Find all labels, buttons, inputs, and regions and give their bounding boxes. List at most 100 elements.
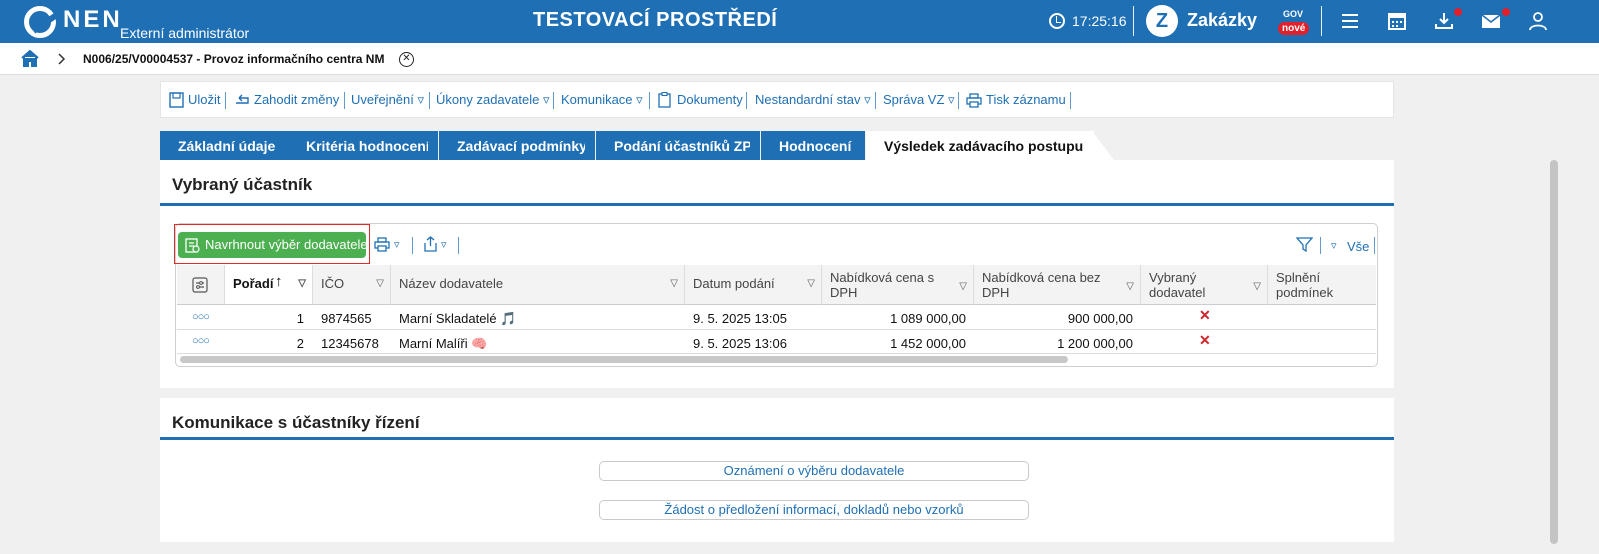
top-bar: NEN Externí administrátor TESTOVACÍ PROS…: [0, 0, 1599, 43]
divider: [875, 92, 876, 109]
divider: [958, 92, 959, 109]
breadcrumb: N006/25/V00004537 - Provoz informačního …: [0, 43, 1599, 75]
cell-submitted: 9. 5. 2025 13:06: [693, 336, 787, 351]
column-menu-icon[interactable]: ▽: [670, 276, 678, 291]
close-icon[interactable]: ✕: [399, 52, 414, 67]
tab-notch: [1092, 131, 1114, 160]
column-header-price-novat[interactable]: Nabídková cena bez DPH ▽: [974, 265, 1141, 305]
menu-icon[interactable]: [1339, 10, 1361, 32]
vertical-scrollbar[interactable]: [1550, 160, 1558, 544]
print-icon[interactable]: [374, 237, 390, 252]
divider: [1133, 6, 1134, 36]
print-record-button[interactable]: Tisk záznamu: [986, 92, 1066, 107]
cell-price-vat: 1 452 000,00: [890, 336, 966, 351]
divider: [412, 237, 413, 254]
row-actions-icon[interactable]: ○○○: [192, 311, 210, 323]
supplier-name: Marní Malíři: [399, 336, 468, 351]
nonstandard-state-menu[interactable]: Nestandardní stav ▿: [755, 92, 871, 108]
column-settings-header[interactable]: [177, 265, 225, 305]
documents-button[interactable]: Dokumenty: [677, 92, 743, 107]
divider: [553, 92, 554, 109]
product-name[interactable]: Zakázky: [1187, 10, 1257, 31]
divider: [344, 92, 345, 109]
column-label: Nabídková cena s DPH: [830, 270, 935, 300]
actions-menu[interactable]: Úkony zadavatele ▿: [436, 92, 549, 108]
publish-menu[interactable]: Uveřejnění ▿: [351, 92, 424, 108]
notification-dot: [1502, 8, 1510, 16]
column-header-order[interactable]: Pořadí ↑ ▽: [225, 265, 313, 305]
column-menu-icon[interactable]: ▽: [1126, 279, 1134, 294]
tab-procedure-result[interactable]: Výsledek zadávacího postupu: [866, 131, 1094, 160]
app-logo[interactable]: NEN: [63, 6, 123, 34]
section-underline: [160, 437, 1394, 440]
publish-label: Uveřejnění: [351, 92, 414, 107]
cell-submitted: 9. 5. 2025 13:05: [693, 311, 787, 326]
row-actions-icon[interactable]: ○○○: [192, 335, 210, 347]
chevron-down-icon[interactable]: ▿: [394, 238, 400, 251]
column-header-conditions[interactable]: Splnění podmínek: [1268, 265, 1376, 305]
filter-icon[interactable]: [1296, 237, 1313, 252]
row-divider: [177, 353, 1376, 354]
column-menu-icon[interactable]: ▽: [376, 276, 384, 291]
tab-tender-conditions[interactable]: Zadávací podmínky: [439, 131, 595, 160]
column-label: Nabídková cena bez DPH: [982, 270, 1101, 300]
column-header-selected[interactable]: Vybraný dodavatel ▽: [1141, 265, 1268, 305]
nen-logo-icon[interactable]: [24, 6, 56, 38]
column-menu-icon[interactable]: ▽: [807, 276, 815, 291]
selection-notice-button[interactable]: Oznámení o výběru dodavatele: [599, 461, 1029, 481]
column-header-price-vat[interactable]: Nabídková cena s DPH ▽: [822, 265, 974, 305]
zakazky-logo-icon[interactable]: Z: [1146, 5, 1178, 37]
chevron-down-icon[interactable]: ▿: [441, 238, 447, 251]
tab-notch: [585, 131, 595, 160]
section-underline: [160, 203, 1394, 206]
tab-evaluation-criteria[interactable]: Kritéria hodnocení: [288, 131, 438, 160]
home-icon[interactable]: [21, 50, 39, 67]
clock-icon: [1049, 13, 1065, 29]
export-icon[interactable]: [423, 236, 438, 252]
management-label: Správa VZ: [883, 92, 945, 107]
column-header-name[interactable]: Název dodavatele ▽: [391, 265, 685, 305]
column-header-ico[interactable]: IČO ▽: [313, 265, 391, 305]
save-button[interactable]: Uložit: [188, 92, 221, 107]
sort-ascending-icon: ↑: [275, 273, 283, 290]
actions-label: Úkony zadavatele: [436, 92, 540, 107]
divider: [458, 237, 459, 254]
not-selected-icon: ✕: [1199, 332, 1211, 348]
mail-icon[interactable]: [1480, 10, 1502, 32]
column-header-submitted[interactable]: Datum podání ▽: [685, 265, 822, 305]
calendar-icon[interactable]: [1386, 10, 1408, 32]
management-menu[interactable]: Správa VZ ▿: [883, 92, 955, 108]
filter-all-dropdown[interactable]: Vše: [1347, 239, 1369, 254]
cell-supplier-name[interactable]: Marní Skladatelé 🎵: [399, 306, 516, 330]
divider: [1374, 237, 1375, 254]
information-request-button[interactable]: Žádost o předložení informací, dokladů n…: [599, 500, 1029, 520]
new-badge: nové: [1278, 22, 1310, 35]
tab-participant-submissions[interactable]: Podání účastníků ZP: [596, 131, 760, 160]
print-icon: [966, 93, 982, 108]
save-icon: [169, 92, 184, 108]
column-menu-icon[interactable]: ▽: [1253, 279, 1261, 294]
divider: [649, 92, 650, 109]
tab-basic-info[interactable]: Základní údaje: [160, 131, 288, 160]
cell-supplier-name[interactable]: Marní Malíři 🧠: [399, 331, 487, 355]
column-menu-icon[interactable]: ▽: [959, 279, 967, 294]
row-divider: [177, 329, 1376, 330]
nonstandard-label: Nestandardní stav: [755, 92, 861, 107]
chevron-right-icon: [58, 53, 66, 65]
horizontal-scrollbar[interactable]: [180, 356, 1068, 363]
divider: [746, 92, 747, 109]
column-menu-icon[interactable]: ▽: [298, 276, 306, 291]
tab-evaluation[interactable]: Hodnocení: [761, 131, 865, 160]
brain-icon: 🧠: [471, 336, 488, 351]
communication-menu[interactable]: Komunikace ▿: [561, 92, 643, 108]
discard-changes-button[interactable]: Zahodit změny: [254, 92, 339, 107]
propose-icon: [185, 238, 200, 253]
divider: [1070, 92, 1071, 109]
tab-notch: [750, 131, 760, 160]
breadcrumb-record[interactable]: N006/25/V00004537 - Provoz informačního …: [83, 52, 384, 66]
column-label: Datum podání: [693, 276, 775, 291]
session-time: 17:25:16: [1072, 13, 1127, 29]
download-icon[interactable]: [1433, 10, 1455, 32]
user-icon[interactable]: [1527, 10, 1549, 32]
propose-supplier-button[interactable]: Navrhnout výběr dodavatele: [178, 232, 368, 258]
